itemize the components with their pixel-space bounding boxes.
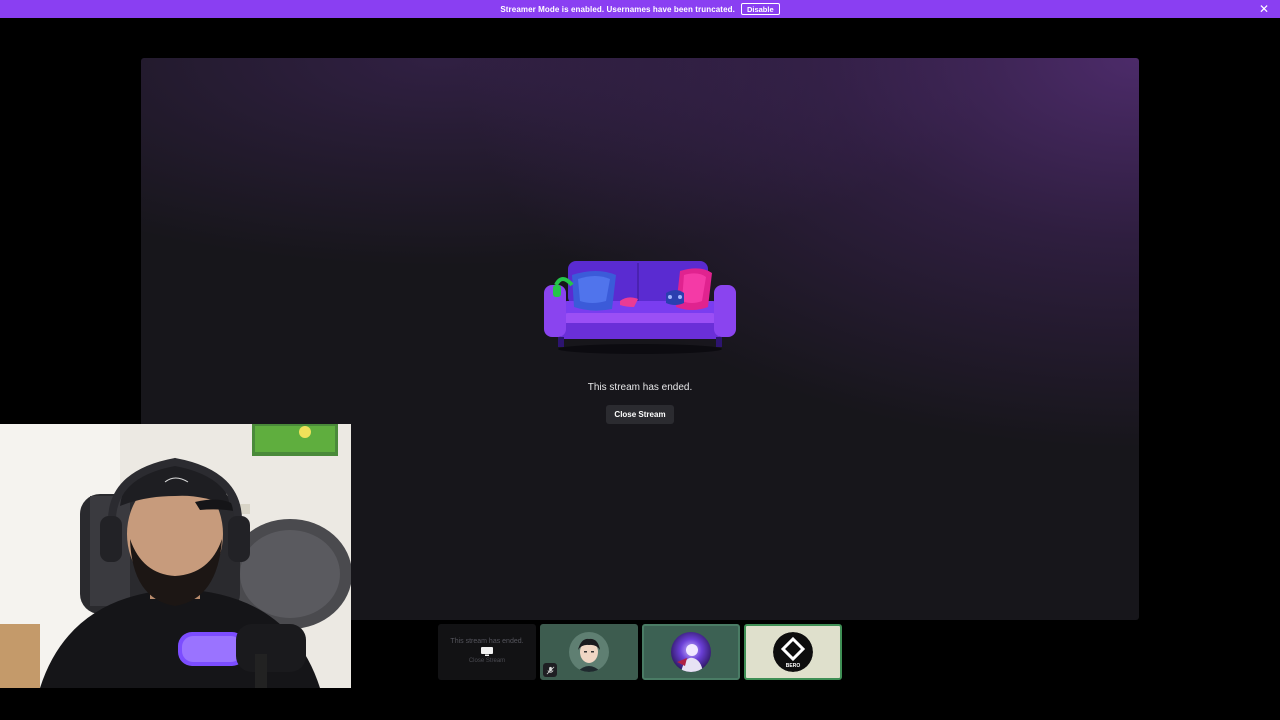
tile-close-stream-button[interactable]: Close Stream (469, 658, 505, 664)
participant-tile-strip: This stream has ended. Close Stream BERO (438, 624, 842, 680)
bero-logo-text: BERO (786, 663, 801, 669)
participant-tile[interactable] (642, 624, 740, 680)
participant-tile[interactable]: BERO (744, 624, 842, 680)
avatar (671, 632, 711, 672)
tile-stream-ended-message: This stream has ended. (450, 638, 524, 645)
stream-ended-panel: This stream has ended. Close Stream (141, 257, 1139, 424)
stream-tile[interactable]: This stream has ended. Close Stream (438, 624, 536, 680)
anime-character-avatar-icon (569, 632, 609, 672)
bero-logo-avatar-icon: BERO (773, 632, 813, 672)
streamer-mode-banner: Streamer Mode is enabled. Usernames have… (0, 0, 1280, 18)
close-stream-button[interactable]: Close Stream (606, 405, 674, 424)
close-icon[interactable]: ✕ (1257, 2, 1271, 16)
couch-illustration (544, 261, 736, 354)
webcam-overlay (0, 424, 351, 688)
avatar: BERO (773, 632, 813, 672)
monitor-icon (481, 647, 493, 656)
disable-streamer-mode-button[interactable]: Disable (740, 3, 780, 15)
stream-ended-message: This stream has ended. (587, 382, 693, 393)
avatar (569, 632, 609, 672)
streamer-mode-message: Streamer Mode is enabled. Usernames have… (500, 4, 735, 14)
participant-tile[interactable] (540, 624, 638, 680)
galaxy-character-avatar-icon (671, 632, 711, 672)
streamer-webcam-feed (0, 424, 351, 688)
muted-mic-icon (543, 663, 557, 677)
